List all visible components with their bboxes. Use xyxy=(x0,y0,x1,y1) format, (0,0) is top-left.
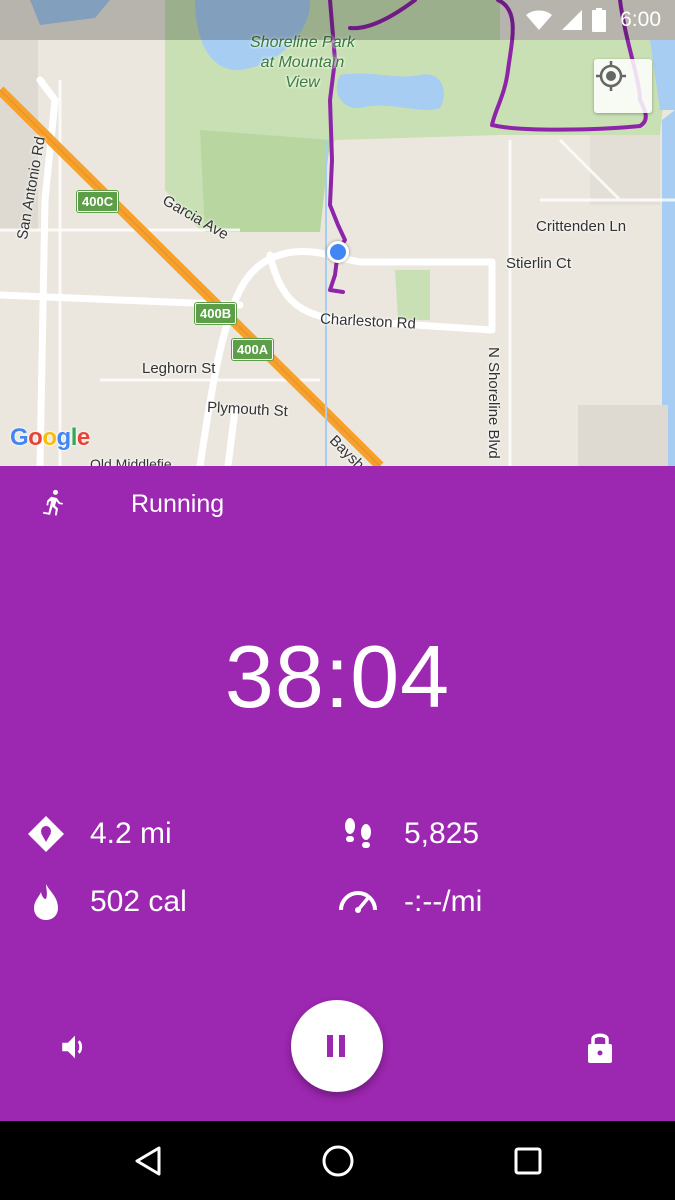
exit-shield-400a: 400A xyxy=(232,339,274,360)
elapsed-timer: 38:04 xyxy=(224,627,451,726)
status-time: 6:00 xyxy=(620,8,661,31)
wifi-icon xyxy=(526,10,553,30)
street-label-stierlin: Stierlin Ct xyxy=(506,255,572,272)
calories-stat: 502 cal xyxy=(24,880,187,924)
my-location-icon xyxy=(596,61,626,91)
home-icon xyxy=(322,1145,354,1177)
map-view[interactable]: Shoreline Park at Mountain View San Anto… xyxy=(0,0,675,466)
pause-icon xyxy=(327,1035,345,1057)
current-location-dot xyxy=(327,241,349,263)
exit-shield-400c: 400C xyxy=(77,191,119,212)
workout-panel: Running 38:04 4.2 mi 5,825 502 cal -:--/… xyxy=(0,466,675,1121)
flame-icon xyxy=(24,880,68,924)
footprints-icon xyxy=(336,812,380,856)
pace-stat: -:--/mi xyxy=(336,880,482,924)
lock-button[interactable] xyxy=(580,1027,620,1067)
activity-type-label: Running xyxy=(131,490,225,518)
street-label-old-middlefield: Old Middlefie xyxy=(90,456,172,466)
volume-button[interactable] xyxy=(55,1027,95,1067)
google-logo: Google xyxy=(10,424,90,451)
calories-value: 502 cal xyxy=(90,885,187,918)
steps-stat: 5,825 xyxy=(336,812,479,856)
recents-button[interactable] xyxy=(506,1139,550,1183)
status-bar: 6:00 xyxy=(0,0,675,40)
steps-value: 5,825 xyxy=(404,817,480,850)
distance-stat: 4.2 mi xyxy=(24,812,172,856)
back-button[interactable] xyxy=(126,1139,170,1183)
battery-icon xyxy=(592,8,607,32)
cell-signal-icon xyxy=(562,10,583,30)
back-icon xyxy=(135,1146,161,1176)
speedometer-icon xyxy=(336,880,380,924)
volume-icon xyxy=(62,1035,83,1059)
navigation-bar xyxy=(0,1121,675,1200)
recents-icon xyxy=(514,1147,542,1175)
street-label-crittenden: Crittenden Ln xyxy=(536,218,627,235)
distance-value: 4.2 mi xyxy=(90,817,172,850)
my-location-button[interactable] xyxy=(594,59,652,113)
pace-value: -:--/mi xyxy=(404,885,483,918)
lock-icon xyxy=(588,1033,612,1063)
street-label-leghorn: Leghorn St xyxy=(142,360,216,377)
home-button[interactable] xyxy=(316,1139,360,1183)
distance-pin-icon xyxy=(24,812,68,856)
running-icon xyxy=(38,488,68,518)
pause-button[interactable] xyxy=(291,1000,383,1092)
street-label-shoreline-blvd: N Shoreline Blvd xyxy=(485,347,502,459)
exit-shield-400b: 400B xyxy=(195,303,237,324)
park-label: Shoreline Park at Mountain View xyxy=(250,34,355,91)
